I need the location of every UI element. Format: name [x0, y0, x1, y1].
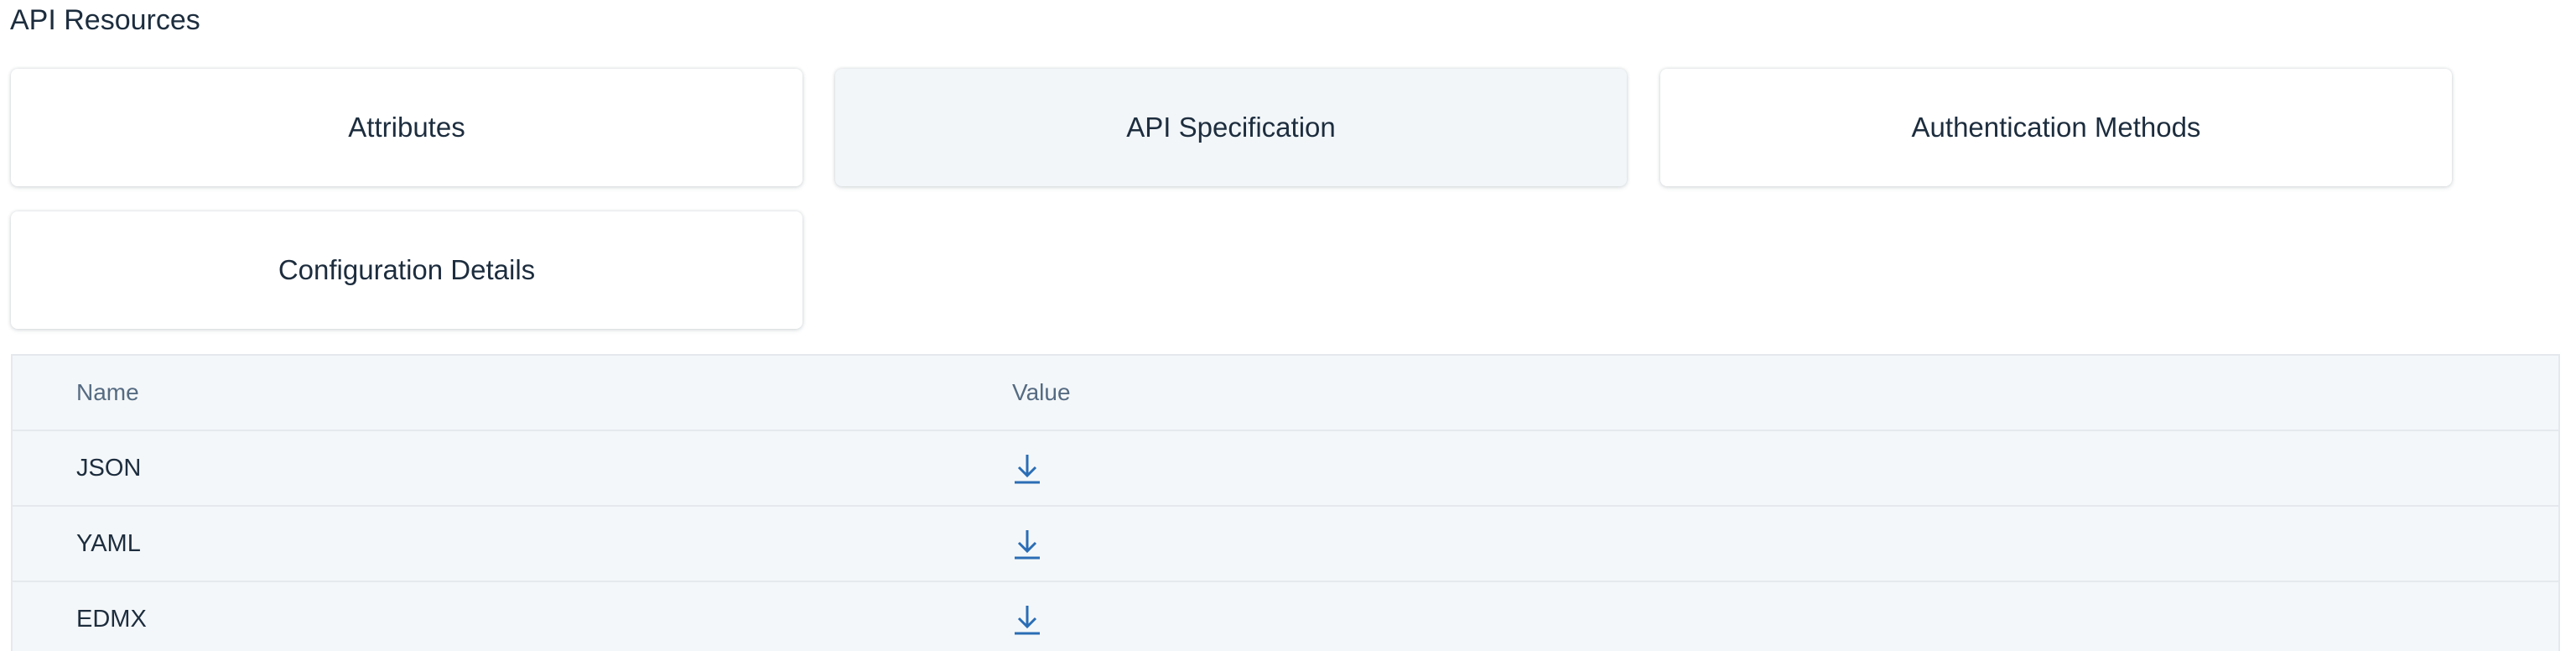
row-value — [1012, 507, 1042, 581]
tile-configuration-details[interactable]: Configuration Details — [11, 211, 802, 329]
tile-api-specification[interactable]: API Specification — [835, 69, 1627, 186]
tile-authentication-methods[interactable]: Authentication Methods — [1660, 69, 2452, 186]
tile-label: Authentication Methods — [1911, 112, 2201, 143]
tile-label: Configuration Details — [278, 254, 536, 285]
download-icon[interactable] — [1012, 451, 1042, 485]
row-name: JSON — [76, 454, 142, 482]
tile-label: Attributes — [348, 112, 465, 143]
column-header-name: Name — [76, 379, 139, 405]
table-row: EDMX — [13, 582, 2558, 651]
table-header-row: Name Value — [13, 356, 2558, 431]
table-row: YAML — [13, 507, 2558, 582]
api-resources-page: API Resources Attributes API Specificati… — [0, 0, 2576, 651]
download-icon[interactable] — [1012, 602, 1042, 636]
section-title: API Resources — [10, 4, 200, 36]
download-icon[interactable] — [1012, 527, 1042, 560]
tile-label: API Specification — [1126, 112, 1336, 143]
row-name: EDMX — [76, 605, 147, 633]
row-value — [1012, 582, 1042, 651]
row-name: YAML — [76, 529, 141, 557]
table-row: JSON — [13, 431, 2558, 507]
row-value — [1012, 431, 1042, 505]
api-specification-table: Name Value JSON YAML EDMX — [11, 354, 2560, 651]
tile-attributes[interactable]: Attributes — [11, 69, 802, 186]
column-header-value: Value — [1012, 379, 1071, 405]
